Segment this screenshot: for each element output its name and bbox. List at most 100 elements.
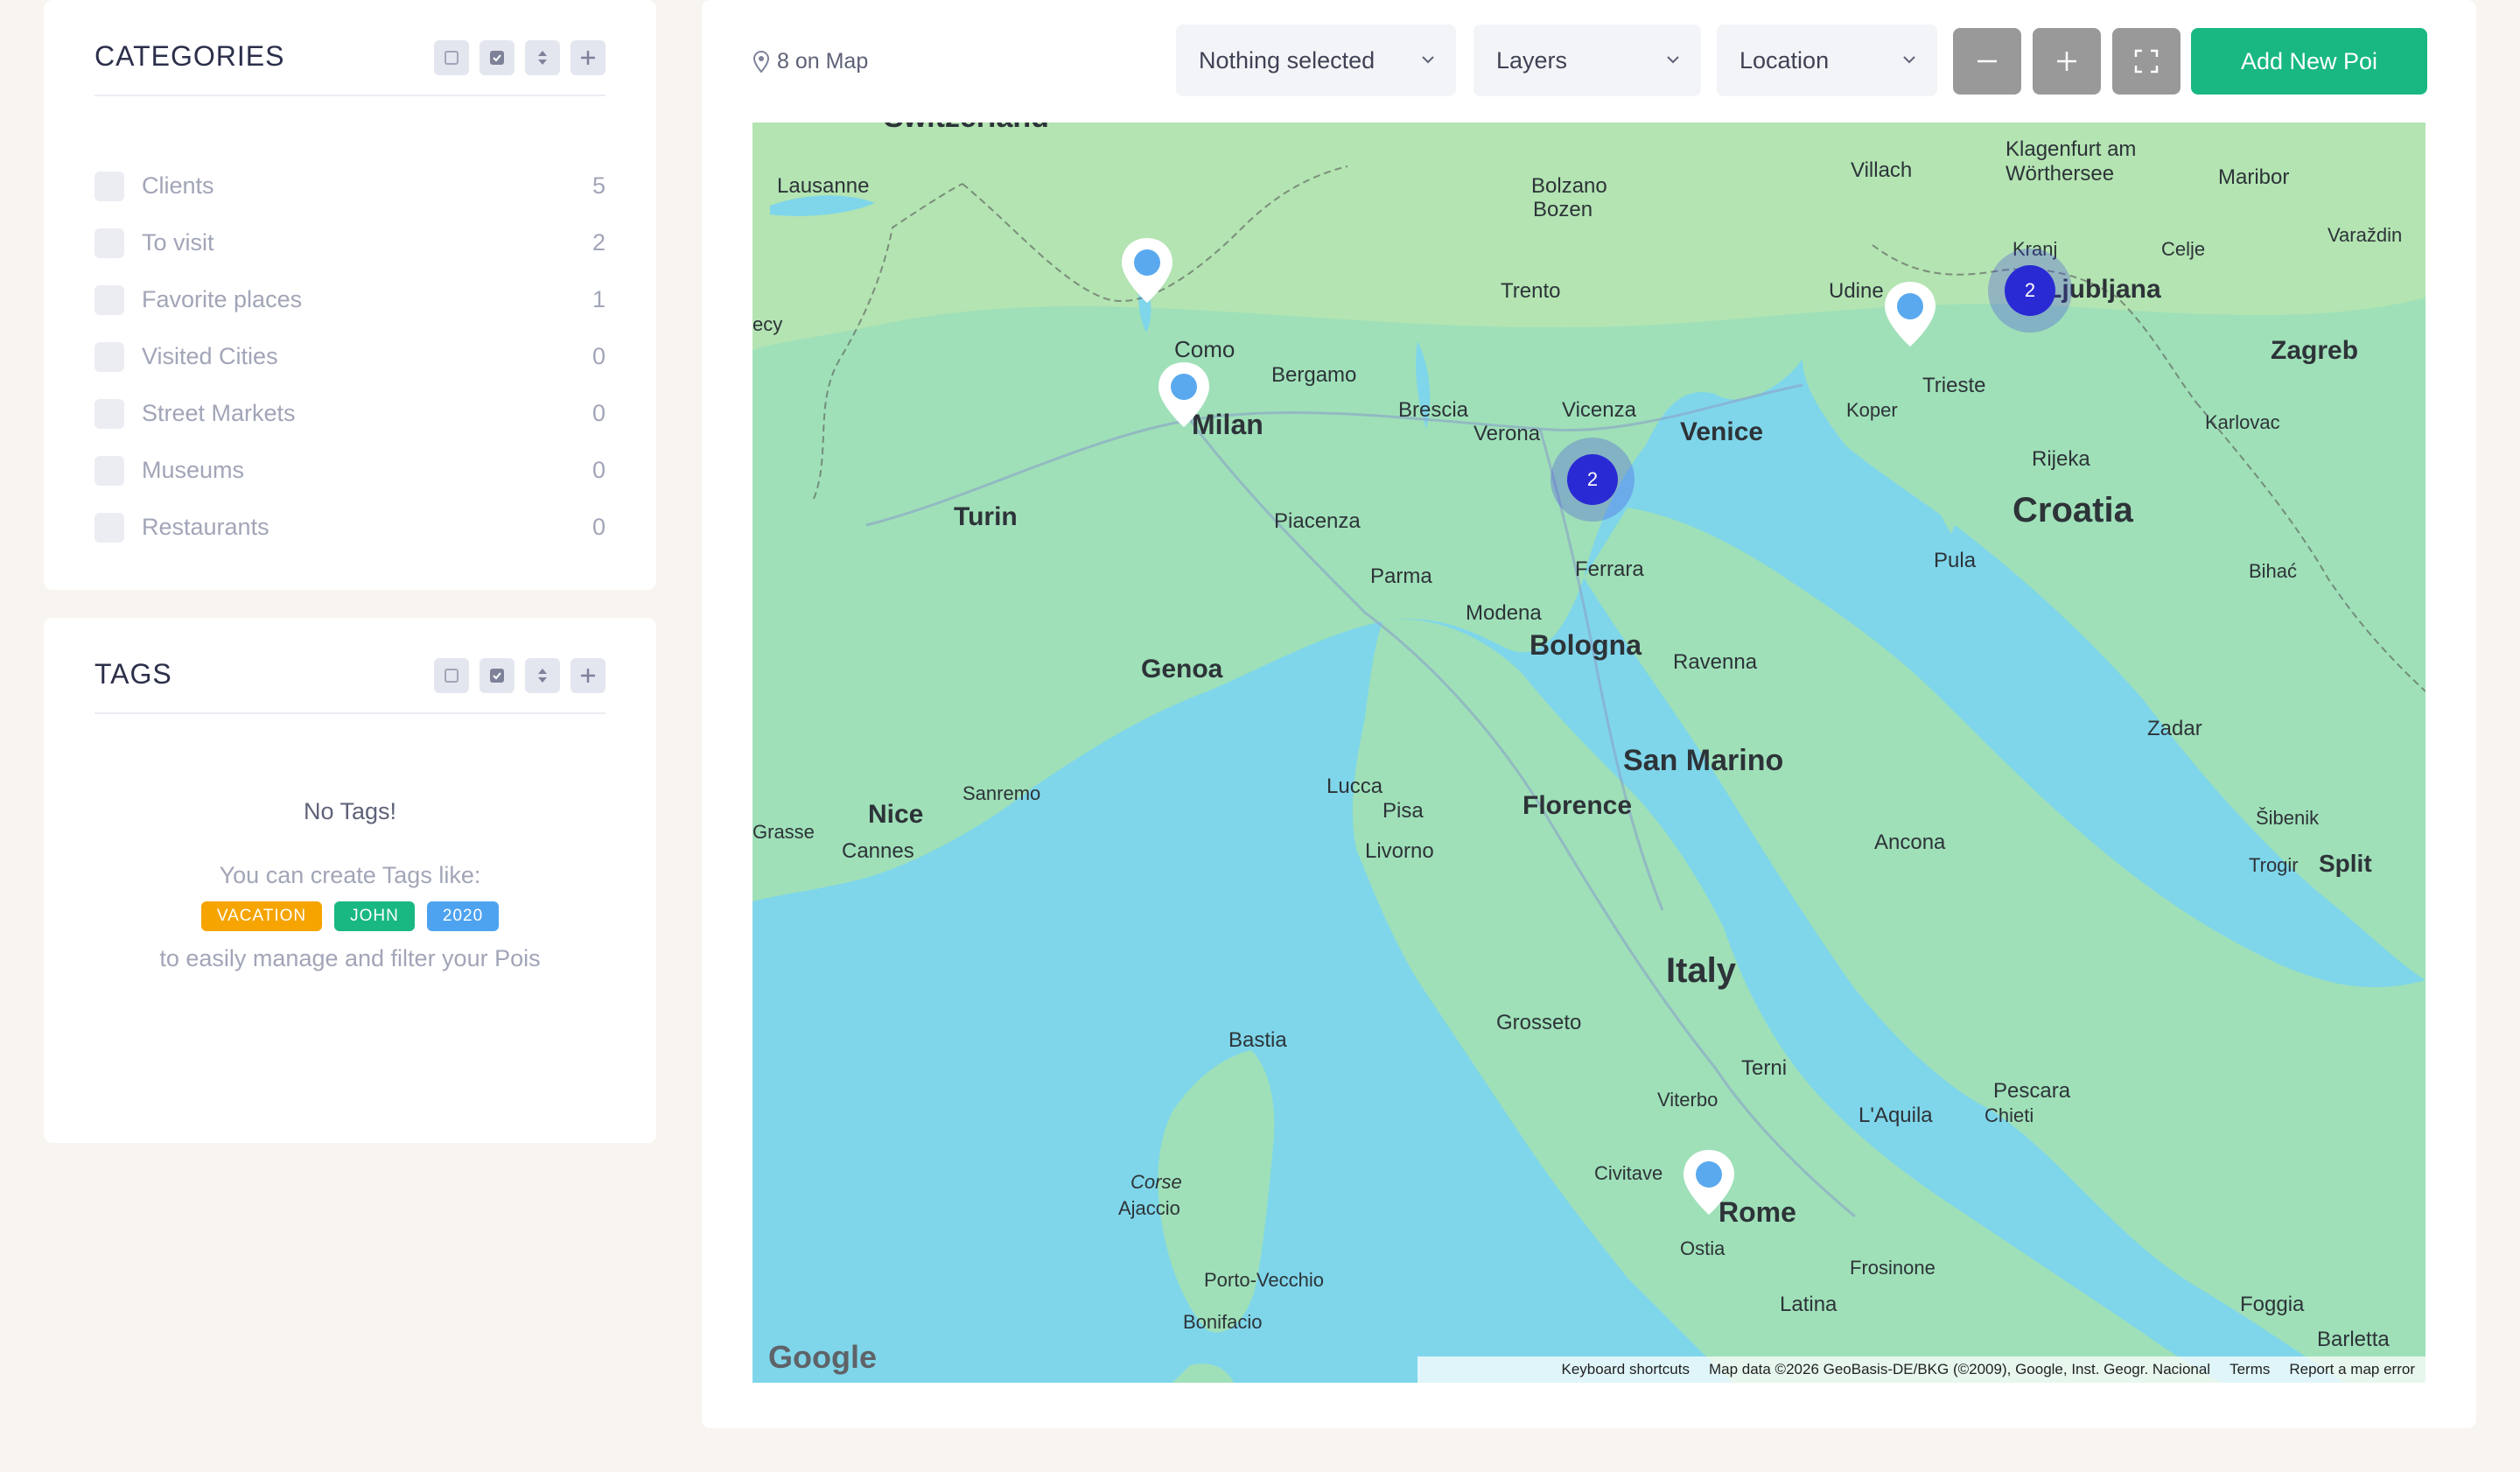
map-label: Frosinone [1850,1257,1936,1279]
map-label: Lucca [1326,775,1383,798]
plus-icon [2057,52,2076,71]
add-category-button[interactable] [570,40,606,75]
layers-select[interactable]: Layers [1474,25,1701,96]
category-count: 5 [592,172,606,199]
categories-header: CATEGORIES [94,32,606,96]
category-label: Favorite places [142,286,303,312]
category-item-street-markets[interactable]: Street Markets 0 [94,385,606,442]
add-tag-button[interactable] [570,658,606,693]
category-label: Museums [142,457,245,483]
category-checkbox[interactable] [94,512,124,543]
category-checkbox[interactable] [94,171,124,201]
map-label: Ancona [1874,831,1946,854]
map-label: L'Aquila [1858,1104,1933,1127]
category-label: To visit [142,229,214,256]
deselect-all-tags-button[interactable] [434,658,469,693]
category-checkbox[interactable] [94,284,124,315]
map-label: Bologna [1530,629,1642,661]
map-label: Latina [1780,1293,1838,1316]
category-checkbox[interactable] [94,398,124,429]
zoom-in-button[interactable] [2033,28,2101,95]
map-label: Celje [2161,238,2205,260]
map-label: Brescia [1398,398,1469,422]
map-label: Pisa [1382,799,1424,823]
poi-marker[interactable] [1881,278,1939,352]
cluster-count: 2 [1567,454,1618,505]
marker-cluster[interactable]: 2 [1550,438,1634,522]
map-label: Ferrara [1575,557,1644,581]
map-label: Porto-Vecchio [1204,1269,1324,1291]
category-item-museums[interactable]: Museums 0 [94,442,606,499]
tags-tools [434,658,606,693]
map-label: Modena [1466,601,1542,625]
map-label: Bonifacio [1183,1311,1263,1333]
category-item-favorite-places[interactable]: Favorite places 1 [94,271,606,328]
categories-title: CATEGORIES [94,40,285,72]
category-checkbox[interactable] [94,455,124,486]
tags-hint-after: to easily manage and filter your Pois [159,945,541,971]
deselect-all-button[interactable] [434,40,469,75]
report-map-error-link[interactable]: Report a map error [2289,1361,2415,1378]
chevron-down-icon [1422,56,1434,64]
map-label: Switzerland [884,123,1049,134]
terms-link[interactable]: Terms [2230,1361,2270,1378]
sort-button[interactable] [525,40,560,75]
zoom-out-button[interactable] [1953,28,2021,95]
minus-icon [1978,60,1997,63]
select-all-button[interactable] [480,40,514,75]
on-map-count: 8 on Map [752,49,868,74]
map-label: Chieti [1984,1104,2034,1126]
fullscreen-icon [2134,49,2159,74]
map-label: Viterbo [1657,1089,1718,1111]
marker-cluster[interactable]: 2 [1988,249,2072,333]
map-canvas[interactable]: Switzerland Lausanne ecy Bolzano Bozen V… [752,123,2426,1383]
category-item-restaurants[interactable]: Restaurants 0 [94,499,606,556]
category-item-clients[interactable]: Clients 5 [94,158,606,214]
poi-marker[interactable] [1118,235,1176,308]
map-label: Bastia [1228,1028,1287,1052]
checkbox-icon [490,669,504,683]
fullscreen-button[interactable] [2112,28,2180,95]
categories-card: CATEGORIES Clients 5 To visit 2 Favorite… [44,0,656,590]
map-label: Nice [868,800,923,829]
poi-marker[interactable] [1155,359,1213,432]
layers-select-value: Layers [1496,46,1568,74]
map-label: Bergamo [1271,363,1356,387]
map-label: Sanremo [962,782,1040,804]
category-label: Street Markets [142,400,296,426]
category-item-to-visit[interactable]: To visit 2 [94,214,606,271]
map-label: Bihać [2249,560,2297,582]
location-select-value: Location [1740,46,1830,74]
on-map-label: 8 on Map [777,49,869,74]
tags-title: TAGS [94,658,172,690]
map-data-attribution: Map data ©2026 GeoBasis-DE/BKG (©2009), … [1708,1361,2211,1377]
location-select[interactable]: Location [1717,25,1937,96]
map-label: Karlovac [2205,411,2280,433]
square-icon [444,669,458,683]
map-label: Bolzano [1531,174,1607,198]
filter-select[interactable]: Nothing selected [1176,25,1456,96]
map-label: Udine [1829,279,1884,303]
category-label: Restaurants [142,514,270,540]
map-label: Genoa [1141,655,1223,683]
tags-card: TAGS No Tags! You can create Tags like: … [44,618,656,1143]
keyboard-shortcuts-link[interactable]: Keyboard shortcuts [1561,1361,1689,1378]
map-label: Zagreb [2271,336,2358,365]
select-all-tags-button[interactable] [480,658,514,693]
example-tag: JOHN [334,901,415,931]
map-label: Rijeka [2032,447,2090,471]
map-label: Verona [1474,422,1541,445]
category-item-visited-cities[interactable]: Visited Cities 0 [94,328,606,385]
category-checkbox[interactable] [94,341,124,372]
add-new-poi-button[interactable]: Add New Poi [2191,28,2427,95]
map-label: San Marino [1623,744,1783,777]
category-checkbox[interactable] [94,228,124,258]
categories-tools [434,40,606,75]
sort-tags-button[interactable] [525,658,560,693]
map-label: Split [2319,850,2372,877]
plus-icon [581,669,595,683]
poi-marker[interactable] [1680,1146,1738,1220]
chevron-down-icon [1903,56,1915,64]
map-label: Ostia [1680,1237,1726,1259]
plus-icon [581,51,595,65]
